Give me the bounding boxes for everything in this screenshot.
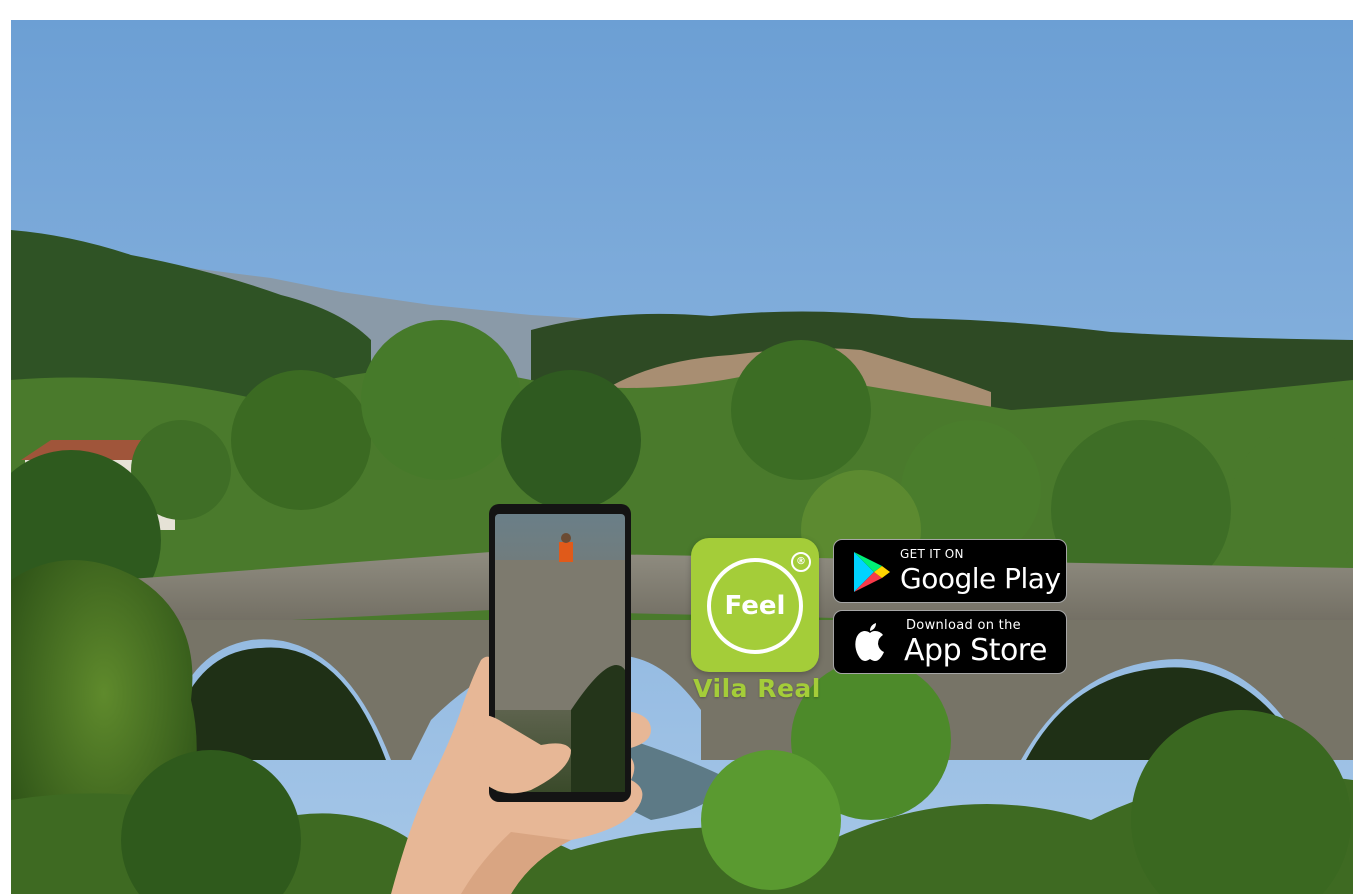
apple-icon (855, 623, 884, 661)
google-play-icon (854, 552, 890, 592)
hero-photo: Feel ® Vila Real GET IT ON Google Play D… (11, 20, 1353, 894)
landscape-scene (11, 20, 1353, 894)
apple-badge-big-text: App Store (904, 633, 1047, 668)
registered-mark: ® (791, 552, 811, 572)
google-play-badge[interactable]: GET IT ON Google Play (833, 539, 1067, 603)
app-store-badge[interactable]: Download on the App Store (833, 610, 1067, 674)
google-badge-big-text: Google Play (900, 562, 1061, 595)
app-city-name: Vila Real (693, 674, 821, 703)
google-badge-small-text: GET IT ON (900, 547, 964, 561)
feel-app-logo[interactable]: Feel ® (691, 538, 819, 672)
logo-word: Feel (724, 591, 786, 621)
apple-badge-small-text: Download on the (906, 618, 1021, 633)
